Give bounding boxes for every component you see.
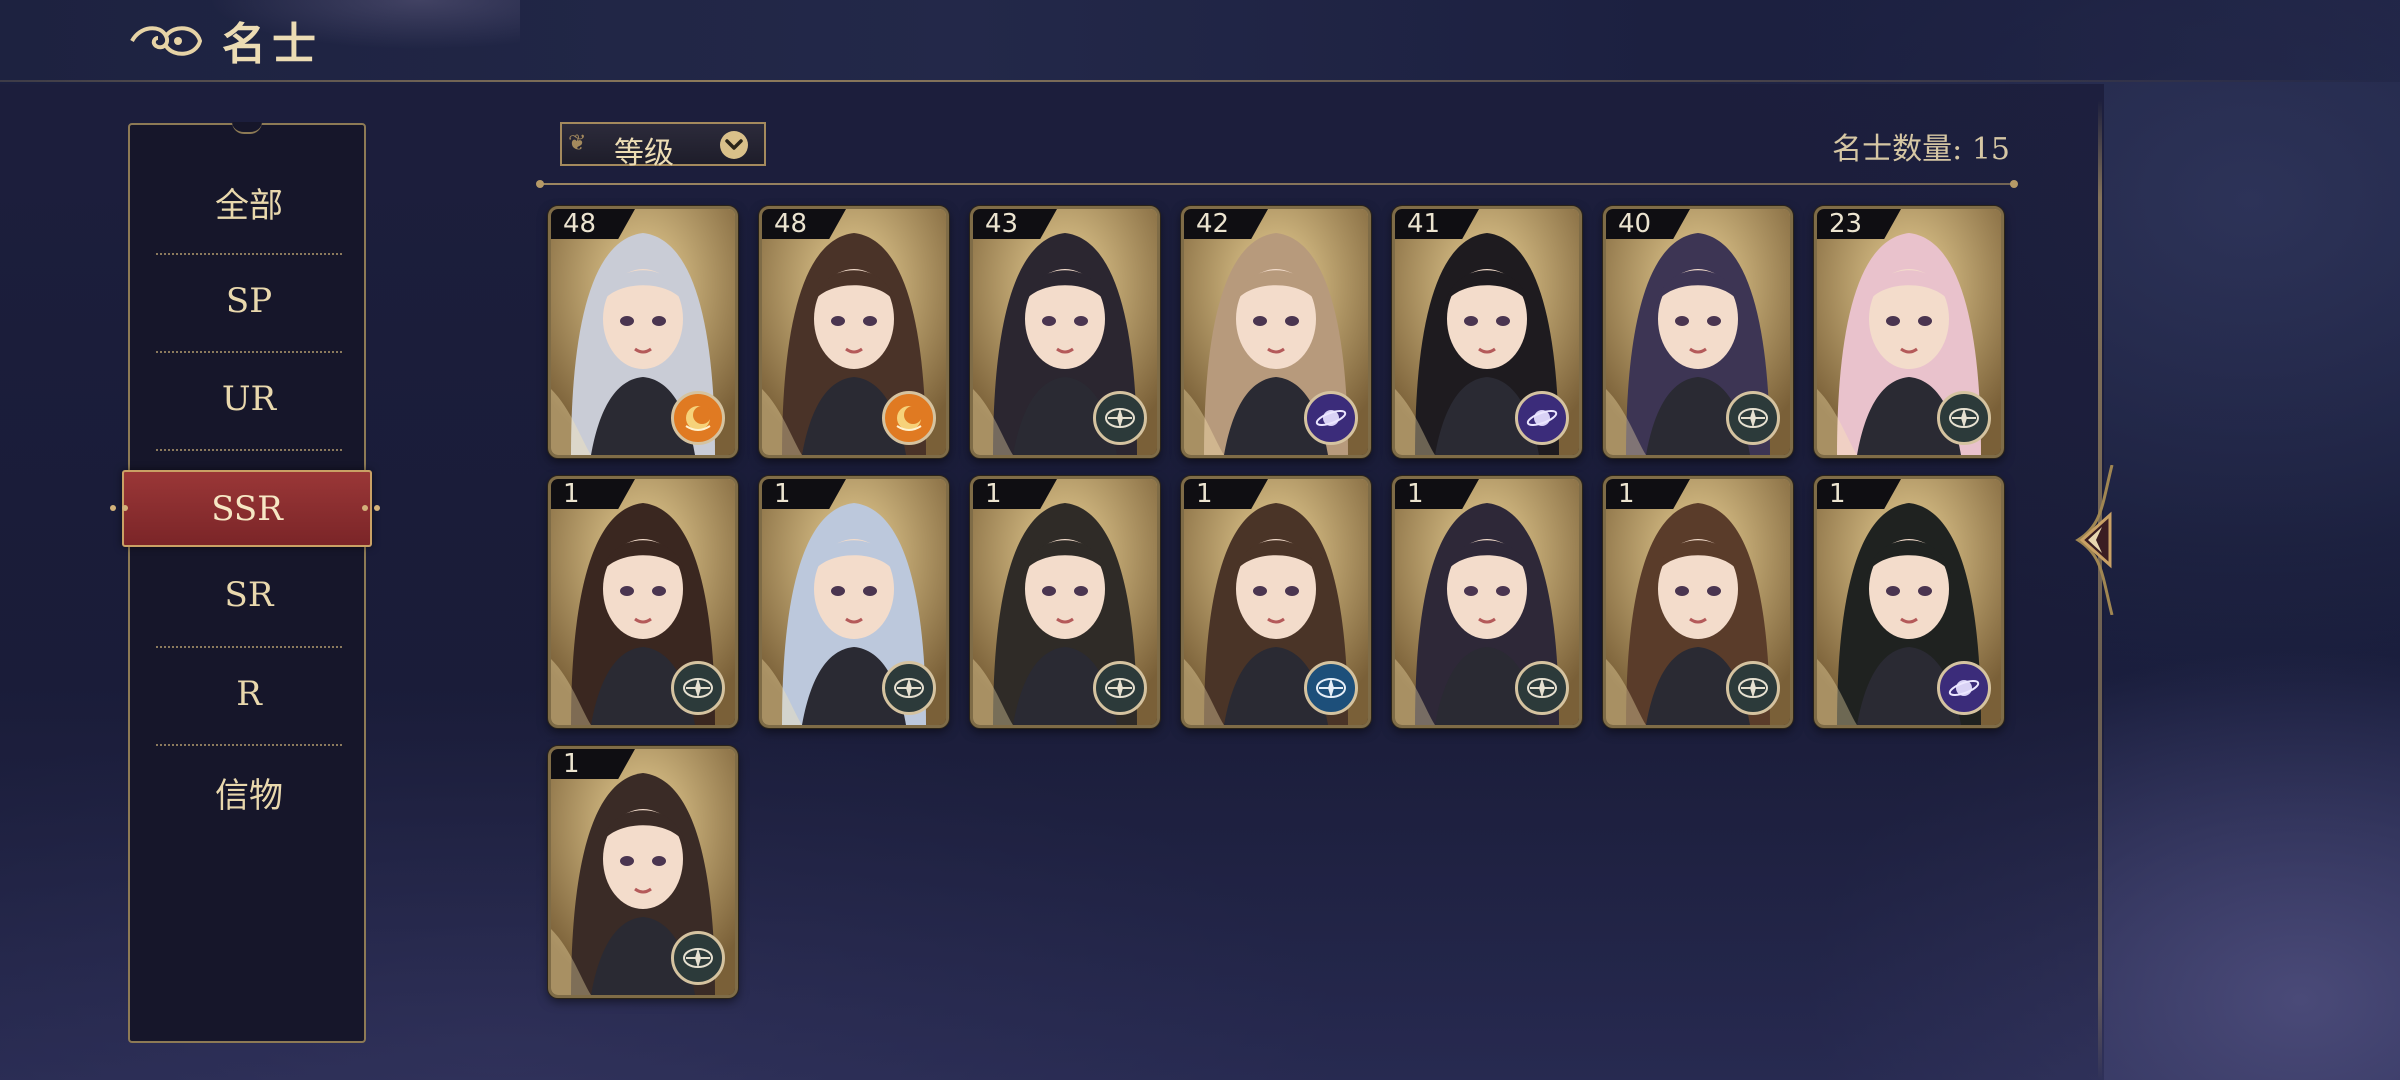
character-card[interactable]: 48 [759,206,949,458]
compass-star-icon [1515,661,1569,715]
character-card[interactable]: 23 [1814,206,2004,458]
planet-emblem-icon [1304,391,1358,445]
character-card[interactable]: 48 [548,206,738,458]
compass-star-icon [1937,391,1991,445]
compass-star-icon [1726,661,1780,715]
sun-moon-emblem-icon [882,391,936,445]
sidebar-item-label: 全部 [215,185,283,226]
compass-star-icon [882,661,936,715]
character-card[interactable]: 1 [759,476,949,728]
character-card[interactable]: 41 [1392,206,1582,458]
header-divider [536,180,2018,188]
sidebar-item-label: SSR [211,488,283,529]
ornament-dots [110,505,132,511]
compass-star-icon [671,931,725,985]
category-sidebar: 全部 SP UR SR R 信物 [128,123,366,1043]
sidebar-item-token[interactable]: 信物 [156,743,342,841]
ornament-dots [362,505,384,511]
sidebar-item-ssr[interactable]: SSR [110,470,380,547]
character-card[interactable]: 40 [1603,206,1793,458]
sidebar-item-label: 信物 [215,775,283,816]
compass-star-icon [671,661,725,715]
sidebar-item-sr[interactable]: SR [156,546,342,644]
sidebar-item-label: SP [225,281,273,321]
sidebar-item-label: UR [221,379,277,419]
sidebar-item-ur[interactable]: UR [156,350,342,448]
character-card[interactable]: 1 [1814,476,2004,728]
character-card[interactable]: 43 [970,206,1160,458]
blue-compass-icon [1304,661,1358,715]
sidebar-item-sp[interactable]: SP [156,252,342,350]
swirl-ornament-icon: ❦ [568,131,587,156]
character-card[interactable]: 42 [1181,206,1371,458]
sun-moon-emblem-icon [671,391,725,445]
sidebar-item-label: SR [224,575,274,615]
character-card[interactable]: 1 [548,746,738,998]
character-card[interactable]: 1 [1603,476,1793,728]
character-card[interactable]: 1 [548,476,738,728]
sidebar-item-all[interactable]: 全部 [156,153,342,251]
planet-emblem-icon [1515,391,1569,445]
character-card[interactable]: 1 [970,476,1160,728]
sort-label: 等级 [614,136,674,171]
cloud-swirl-icon [130,26,203,56]
compass-star-icon [1726,391,1780,445]
page-title: 名士 [222,19,322,70]
sidebar-item-r[interactable]: R [156,645,342,743]
divider [156,449,342,451]
compass-star-icon [1093,661,1147,715]
compass-star-icon [1093,391,1147,445]
sort-dropdown[interactable]: ❦ 等级 [560,122,766,171]
planet-emblem-icon [1937,661,1991,715]
character-count: 名士数量: 15 [1832,132,2010,167]
chevron-down-icon [720,131,748,159]
sidebar-item-label: R [236,674,262,714]
character-card[interactable]: 1 [1392,476,1582,728]
collapse-arrow-button[interactable] [2072,465,2118,615]
top-header: 名士 [0,0,2400,82]
character-card[interactable]: 1 [1181,476,1371,728]
